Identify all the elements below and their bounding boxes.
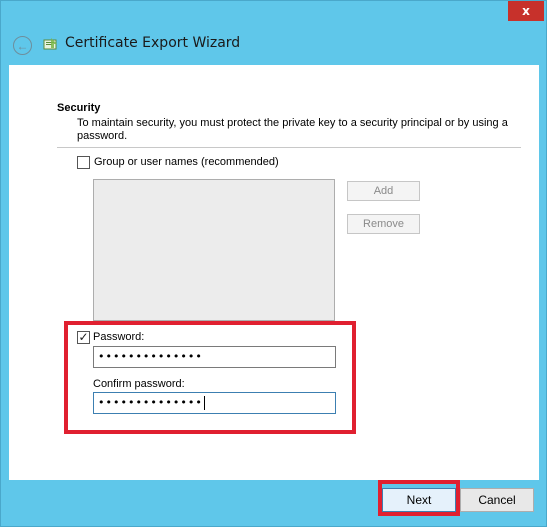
password-checkbox[interactable]: ✓ bbox=[77, 331, 90, 344]
confirm-password-value: •••••••••••••• bbox=[98, 396, 203, 409]
text-caret bbox=[203, 396, 205, 410]
principal-list[interactable] bbox=[93, 179, 335, 321]
section-description: To maintain security, you must protect t… bbox=[77, 117, 508, 142]
window-title: Certificate Export Wizard bbox=[65, 35, 241, 51]
close-button[interactable]: x bbox=[508, 1, 544, 21]
group-names-label: Group or user names (recommended) bbox=[94, 156, 279, 168]
wizard-window: x ← Certificate Export Wizard Security T… bbox=[0, 0, 547, 527]
certificate-wizard-icon bbox=[43, 38, 57, 50]
section-heading: Security bbox=[57, 102, 101, 114]
next-button[interactable]: Next bbox=[382, 488, 456, 512]
check-mark-icon: ✓ bbox=[78, 330, 89, 344]
password-input[interactable]: •••••••••••••• bbox=[93, 346, 336, 368]
password-value: •••••••••••••• bbox=[98, 350, 203, 363]
close-icon: x bbox=[522, 4, 530, 18]
confirm-password-input[interactable]: •••••••••••••• bbox=[93, 392, 336, 414]
cancel-button[interactable]: Cancel bbox=[460, 488, 534, 512]
password-label: Password: bbox=[93, 331, 145, 343]
section-divider bbox=[57, 147, 521, 148]
remove-button[interactable]: Remove bbox=[347, 214, 420, 234]
wizard-content-panel: Security To maintain security, you must … bbox=[9, 65, 539, 480]
confirm-password-label: Confirm password: bbox=[93, 378, 185, 390]
back-arrow-icon[interactable]: ← bbox=[13, 36, 32, 55]
group-names-checkbox[interactable] bbox=[77, 156, 90, 169]
add-button[interactable]: Add bbox=[347, 181, 420, 201]
